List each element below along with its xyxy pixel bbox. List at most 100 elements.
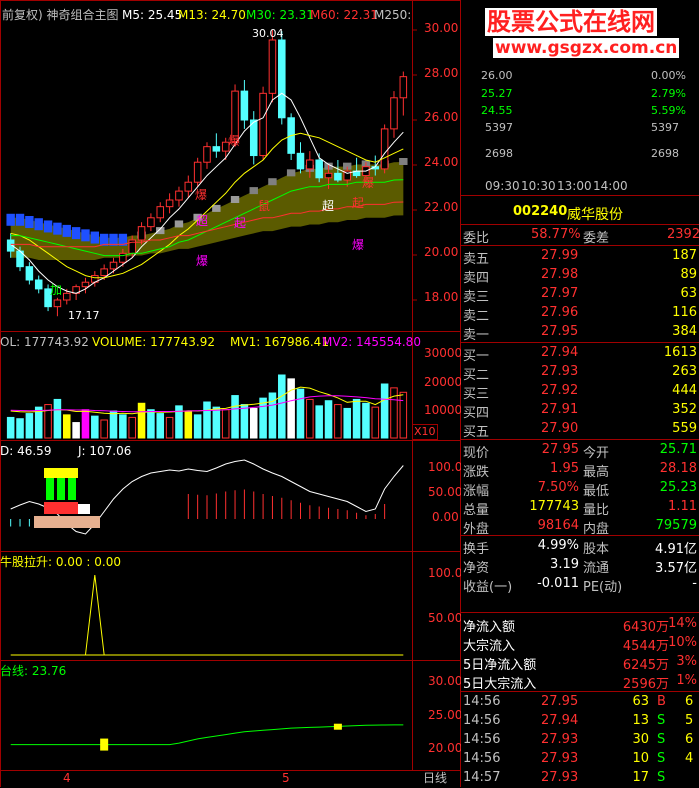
ask-row[interactable]: 卖二 27.96 116 [461,304,699,324]
signal-label: 起 [234,216,247,230]
volume-bar [296,388,305,439]
ask-price: 27.98 [541,267,579,282]
finance-label: 净资 [463,561,490,576]
candle-body [240,90,249,121]
candle-body [306,159,314,170]
tick-price: 27.95 [541,694,579,709]
flow-row[interactable]: 5日大宗流入 2596万 1% [461,672,699,692]
mini-time: 13:00 [557,179,592,193]
bid-row[interactable]: 买三 27.92 444 [461,382,699,402]
tick-row[interactable]: 14:56 27.95 63 B 6 [461,693,699,712]
candle-body [184,181,193,192]
kdj-y-tick: 100.0 [428,460,463,474]
band-brick [15,213,25,226]
volume-unit: X10 [412,424,438,440]
quote-row[interactable]: 总量 177743 量比 1.11 [461,498,699,518]
tick-time: 14:56 [463,694,501,709]
line-marker [333,723,342,730]
candle-body [315,159,323,179]
bid-volume: 1613 [663,345,697,360]
volume-bar [259,397,267,439]
period-button[interactable]: 日线 [423,771,447,785]
volume-header: OL: 177743.92 [0,335,89,349]
volume-bar [62,414,71,439]
tick-row[interactable]: 14:56 27.94 13 S 5 [461,712,699,731]
y-tick: 22.00 [424,200,459,214]
tick-row[interactable]: 14:56 27.93 10 S 4 [461,750,699,769]
flow-amount: 6430万 [622,620,669,635]
flow-amount: 2596万 [622,677,669,692]
pull-y-tick: 50.00 [428,611,463,625]
ask-row[interactable]: 卖五 27.99 187 [461,247,699,267]
ask-row[interactable]: 卖一 27.95 384 [461,323,699,343]
volume-bar [334,404,342,439]
indicator-m60: M60: 22.31 [310,8,378,22]
signal-block [46,478,54,500]
quote-value: 98164 [537,518,579,533]
flow-row[interactable]: 大宗流入 4544万 10% [461,634,699,654]
candle-body [175,190,183,201]
candle-body [278,39,286,119]
watermark: 股票公式在线网 www.gsgzx.com.cn [479,2,697,62]
kdj-y-tick: 0.00 [432,510,459,524]
candle-body [193,161,202,183]
finance-row[interactable]: 净资 3.19 流通 3.57亿 [461,556,699,576]
quote-value: 28.18 [659,461,697,476]
quote-value: 27.95 [541,442,579,457]
flow-label: 大宗流入 [463,639,516,654]
line-y-tick: 30.00 [428,674,463,688]
bid-row[interactable]: 买五 27.90 559 [461,420,699,440]
flow-percent: 10% [668,635,697,650]
quote-label: 最高 [583,465,610,480]
flow-amount: 4544万 [622,639,669,654]
ask-volume: 116 [672,305,697,320]
quote-row[interactable]: 现价 27.95 今开 25.71 [461,441,699,461]
candle-body [100,268,108,277]
finance-label: 收益(一) [463,580,513,595]
flow-row[interactable]: 5日净流入额 6245万 3% [461,653,699,673]
ask-row[interactable]: 卖四 27.98 89 [461,266,699,286]
tick-time: 14:56 [463,732,501,747]
tick-row[interactable]: 14:57 27.93 17 S [461,769,699,788]
band-brick [71,227,81,240]
bid-volume: 559 [672,421,697,436]
candle-body [62,292,71,301]
volume-y-tick: 30000 [424,346,463,360]
bid-label: 买二 [463,368,490,383]
volume-bar [362,402,370,439]
kdj-d-label: D: 46.59 [0,444,52,458]
volume-bar [287,378,295,439]
tick-volume: 13 [632,713,649,728]
flow-row[interactable]: 净流入额 6430万 14% [461,615,699,635]
finance-row[interactable]: 换手 4.99% 股本 4.91亿 [461,537,699,557]
mini-left-tick: 24.55 [481,104,513,117]
candle-body [25,266,34,281]
bid-row[interactable]: 买一 27.94 1613 [461,344,699,364]
finance-label: 股本 [583,542,610,557]
mini-right-tick: 5.59% [651,104,686,117]
candle-body [81,281,90,288]
volume-bar [119,414,127,439]
quote-row[interactable]: 涨跌 1.95 最高 28.18 [461,460,699,480]
mv1-label: MV1: 167986.41 [230,335,329,349]
line-series [10,724,404,746]
volume-bar [278,374,286,439]
mini-left-tick: 25.27 [481,87,513,100]
bid-price: 27.91 [541,402,579,417]
volume-bar [6,416,15,439]
quote-row[interactable]: 外盘 98164 内盘 79579 [461,517,699,537]
signal-label: 爆 [352,238,365,252]
candle-body [109,261,118,270]
bid-row[interactable]: 买二 27.93 263 [461,363,699,383]
tick-side: S [657,732,666,747]
finance-row[interactable]: 收益(一) -0.011 PE(动) - [461,575,699,595]
ask-row[interactable]: 卖三 27.97 63 [461,285,699,305]
volume-bar [231,395,239,439]
tick-row[interactable]: 14:56 27.93 30 S 6 [461,731,699,750]
flow-amount: 6245万 [622,658,669,673]
band-brick [286,169,296,177]
line-y-tick: 20.00 [428,741,463,755]
bid-row[interactable]: 买四 27.91 352 [461,401,699,421]
volume-bar [184,410,193,439]
quote-row[interactable]: 涨幅 7.50% 最低 25.23 [461,479,699,499]
